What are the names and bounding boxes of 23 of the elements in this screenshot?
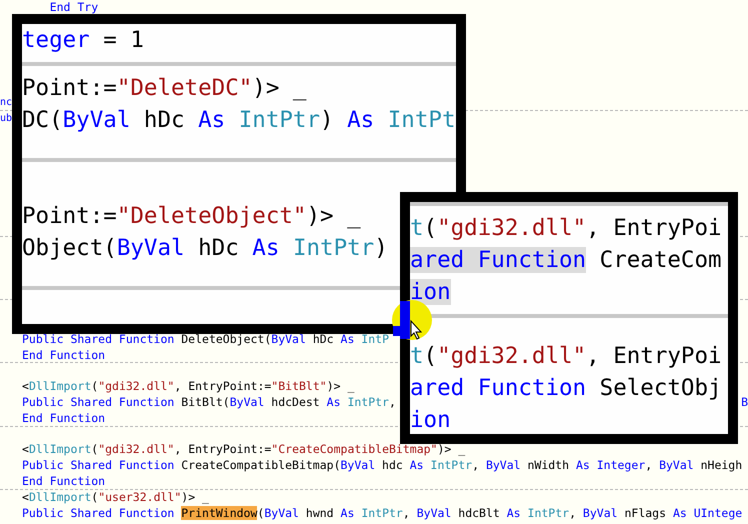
code-line: End Function	[22, 474, 106, 489]
code-line: B	[741, 394, 748, 411]
code-line: teger = 1	[22, 27, 144, 53]
code-line: DC(ByVal hDc As IntPtr) As IntPt	[22, 107, 456, 133]
code-line: t("gdi32.dll", EntryPoi	[410, 343, 722, 369]
code-line: End Function	[22, 410, 106, 426]
code-line: ared Function SelectObj	[410, 375, 722, 401]
code-line: <DllImport("gdi32.dll", EntryPoint:="CreateCompatibleBitmap")> _	[22, 442, 466, 458]
code-line: Public Shared Function DeleteObject(ByVal hDc As IntP	[22, 332, 389, 348]
code-line: Object(ByVal hDc As IntPtr)	[22, 235, 388, 261]
code-line: End Try	[48, 0, 98, 16]
code-line: ub	[0, 112, 12, 126]
code-line: <DllImport("gdi32.dll", EntryPoint:="BitBlt")> _	[22, 379, 354, 395]
code-line: ared Function CreateCom	[410, 247, 722, 273]
code-line: Point:="DeleteDC")> _	[22, 75, 306, 101]
code-line: ion	[410, 407, 451, 433]
code-line: Public Shared Function CreateCompatibleBitmap(ByVal hdc As IntPtr, ByVal nWidth As Integer, ByVal nHeigh	[22, 458, 742, 474]
code-line: Public Shared Function BitBlt(ByVal hdcDest As IntPtr,	[22, 394, 396, 411]
code-line: t("gdi32.dll", EntryPoi	[410, 215, 722, 241]
code-line: nc	[0, 96, 12, 110]
code-line: End Function	[22, 348, 106, 362]
code-line: Point:="DeleteObject")> _	[22, 203, 361, 229]
code-line: <DllImport("user32.dll")> _	[22, 490, 209, 506]
